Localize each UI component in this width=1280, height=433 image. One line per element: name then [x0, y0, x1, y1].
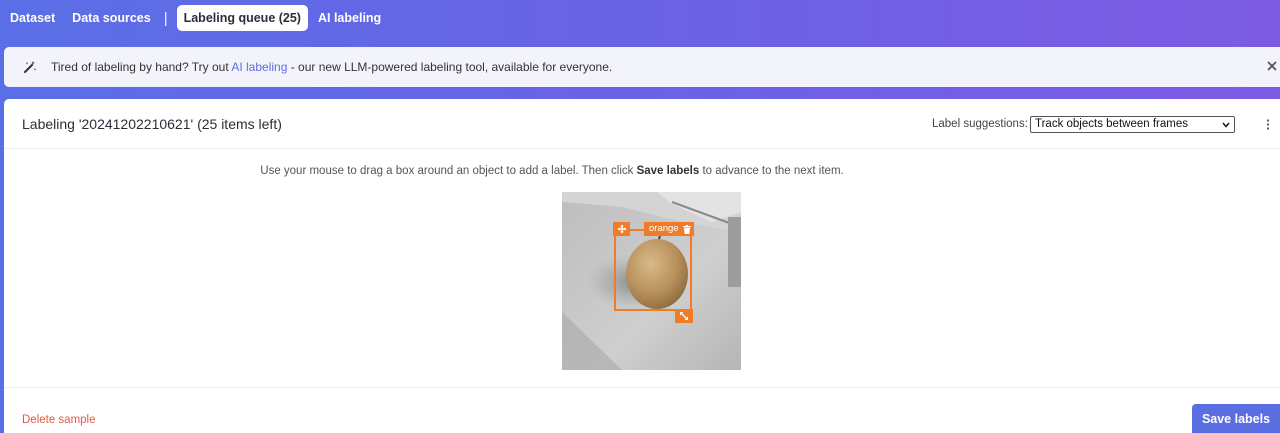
nav-separator: | [163, 9, 168, 27]
banner-text-before: Tired of labeling by hand? Try out [51, 60, 232, 74]
more-options-icon[interactable] [1266, 119, 1270, 130]
labeling-title: Labeling '20241202210621' (25 items left… [22, 115, 282, 132]
box-label-text: orange [649, 223, 679, 234]
banner-message: Tired of labeling by hand? Try out AI la… [51, 60, 612, 74]
labeling-header: Labeling '20241202210621' (25 items left… [4, 99, 1280, 149]
label-suggestions-select[interactable]: Track objects between frames [1030, 116, 1235, 133]
banner-text-after: - our new LLM-powered labeling tool, ava… [287, 60, 613, 74]
top-nav: Dataset Data sources | Labeling queue (2… [0, 0, 1280, 36]
instructions-text-before: Use your mouse to drag a box around an o… [260, 165, 637, 177]
bounding-box[interactable] [614, 229, 692, 311]
magic-wand-icon [24, 61, 36, 73]
move-icon [617, 224, 626, 234]
label-suggestions-value: Track objects between frames [1035, 118, 1188, 130]
instructions-bold: Save labels [636, 165, 700, 177]
labeling-canvas[interactable]: orange [562, 192, 741, 370]
nav-tab-data-sources[interactable]: Data sources [65, 6, 158, 30]
delete-sample-link[interactable]: Delete sample [22, 414, 96, 426]
nav-tab-labeling-queue[interactable]: Labeling queue (25) [176, 5, 308, 31]
close-icon[interactable] [1266, 60, 1278, 72]
nav-tab-ai-labeling[interactable]: AI labeling [311, 6, 388, 30]
label-suggestions-label: Label suggestions: [932, 118, 1028, 130]
resize-icon [680, 312, 688, 320]
move-handle[interactable] [613, 222, 630, 236]
ai-labeling-link[interactable]: AI labeling [231, 60, 287, 74]
box-label-tag: orange [644, 222, 694, 236]
labeling-footer: Delete sample Save labels [4, 387, 1280, 433]
chevron-down-icon [1222, 122, 1230, 128]
labeling-card: Labeling '20241202210621' (25 items left… [4, 99, 1280, 433]
trash-icon[interactable] [682, 224, 691, 234]
save-labels-button[interactable]: Save labels [1192, 404, 1280, 433]
resize-handle[interactable] [675, 309, 693, 323]
instructions-text-after: to advance to the next item. [699, 165, 844, 177]
nav-tab-dataset[interactable]: Dataset [3, 6, 62, 30]
labeling-instructions: Use your mouse to drag a box around an o… [4, 165, 1100, 177]
ai-labeling-banner: Tired of labeling by hand? Try out AI la… [4, 47, 1280, 87]
